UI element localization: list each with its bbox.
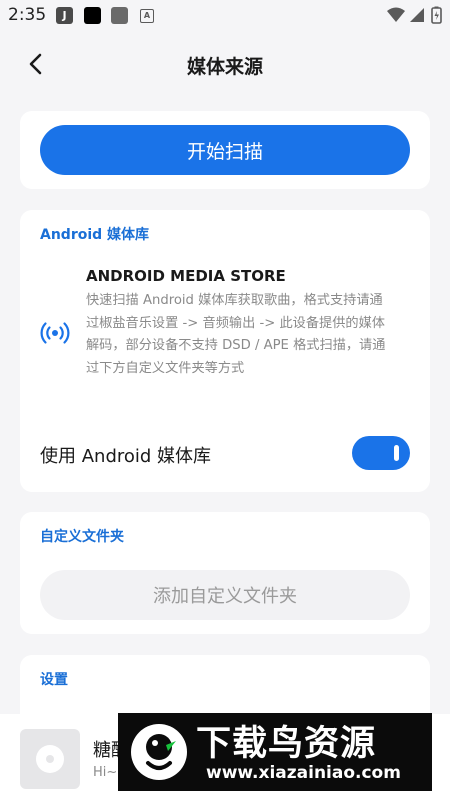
- disc-hole: [46, 755, 54, 763]
- watermark-title: 下载鸟资源: [196, 724, 377, 764]
- album-art[interactable]: [20, 729, 80, 789]
- watermark-banner: 下载鸟资源 www.xiazainiao.com: [118, 713, 432, 791]
- media-store-heading: ANDROID MEDIA STORE: [86, 267, 286, 285]
- start-scan-button[interactable]: 开始扫描: [40, 125, 410, 175]
- bird-logo-icon: [128, 721, 190, 783]
- use-android-media-toggle[interactable]: [352, 436, 410, 470]
- gray-square-icon: [111, 7, 128, 24]
- page-title: 媒体来源: [186, 56, 263, 78]
- status-right-icons: [386, 5, 444, 29]
- app-header: 媒体来源: [0, 40, 450, 90]
- scan-card: 开始扫描: [20, 111, 430, 189]
- folder-section-title: 自定义文件夹: [40, 529, 124, 545]
- signal-icon: [410, 8, 424, 22]
- toggle-knob: [394, 445, 399, 461]
- android-media-card: Android 媒体库 ANDROID MEDIA STORE 快速扫描 And…: [20, 210, 430, 492]
- battery-icon: [431, 6, 442, 24]
- use-android-media-label: 使用 Android 媒体库: [40, 446, 212, 467]
- watermark-url: www.xiazainiao.com: [206, 763, 401, 783]
- add-custom-folder-button[interactable]: 添加自定义文件夹: [40, 570, 410, 620]
- app-j-icon: J: [56, 7, 73, 24]
- player-track-subtitle: Hi~: [93, 765, 118, 780]
- broadcast-icon: [40, 318, 70, 348]
- wifi-icon: [387, 7, 405, 22]
- custom-folder-card: 自定义文件夹 添加自定义文件夹: [20, 512, 430, 634]
- a-box-icon: A: [140, 9, 154, 23]
- android-section-title: Android 媒体库: [40, 227, 150, 243]
- black-square-icon: [84, 7, 101, 24]
- status-time: 2:35: [8, 5, 47, 25]
- media-store-description: 快速扫描 Android 媒体库获取歌曲，格式支持请通过椒盐音乐设置 -> 音频…: [86, 293, 386, 376]
- settings-section-title: 设置: [40, 672, 68, 688]
- use-android-media-row[interactable]: 使用 Android 媒体库: [20, 434, 430, 474]
- status-bar: 2:35 J A: [0, 0, 450, 30]
